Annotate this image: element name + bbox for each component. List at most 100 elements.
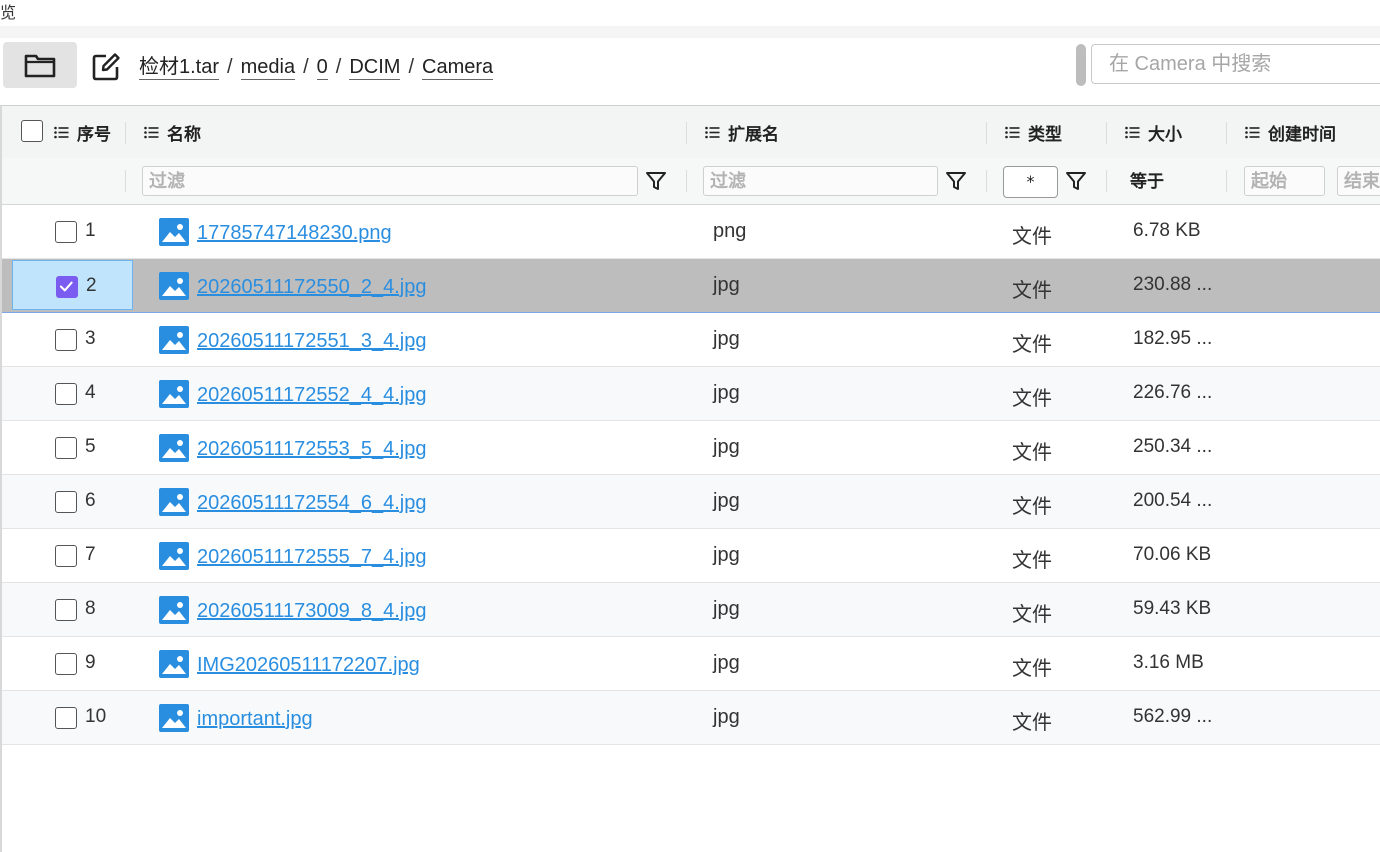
image-file-icon [159,704,189,732]
breadcrumb-separator: / [408,55,414,78]
table-row[interactable]: 1 17785747148230.png png 文件 6.78 KB [2,205,1380,259]
filter-icon[interactable] [944,169,968,193]
list-icon [144,126,159,139]
file-name-link[interactable]: 20260511172552_4_4.jpg [197,384,427,407]
window-title: 览 [0,3,17,22]
splitter-handle[interactable] [1076,44,1086,86]
column-divider[interactable] [1226,122,1227,144]
index-cell[interactable]: 1 [12,206,133,256]
index-cell[interactable]: 2 [12,260,133,310]
column-divider[interactable] [125,122,126,144]
file-name-link[interactable]: 20260511172555_7_4.jpg [197,546,427,569]
file-extension: jpg [713,544,740,566]
file-extension: jpg [713,652,740,674]
breadcrumb-item-dcim[interactable]: DCIM [349,55,401,80]
row-index: 10 [85,706,107,727]
row-checkbox[interactable] [55,599,77,621]
file-size: 59.43 KB [1133,598,1212,619]
file-type: 文件 [1012,550,1052,572]
column-divider [1226,170,1227,192]
file-size: 6.78 KB [1133,220,1201,241]
file-type: 文件 [1012,280,1052,302]
table-row[interactable]: 8 20260511173009_8_4.jpg jpg 文件 59.43 KB [2,583,1380,637]
image-file-icon [159,596,189,624]
row-checkbox[interactable] [55,383,77,405]
table-row[interactable]: 4 20260511172552_4_4.jpg jpg 文件 226.76 ... [2,367,1380,421]
created-end-input[interactable] [1337,166,1380,196]
folder-button[interactable] [3,42,77,88]
column-header-created[interactable]: 创建时间 [1245,106,1336,158]
column-header-size[interactable]: 大小 [1125,106,1182,158]
index-cell[interactable]: 9 [12,638,133,688]
filter-icon[interactable] [1064,169,1088,193]
row-checkbox[interactable] [55,329,77,351]
breadcrumb-separator: / [303,55,309,78]
type-filter-select[interactable]: * [1003,166,1058,198]
filter-icon[interactable] [644,169,668,193]
row-checkbox[interactable] [55,221,77,243]
checkmark-icon [59,281,73,292]
created-start-input[interactable] [1244,166,1325,196]
folder-icon [24,54,56,78]
file-extension: jpg [713,706,740,728]
column-header-type[interactable]: 类型 [1005,106,1062,158]
file-rows: 1 17785747148230.png png 文件 6.78 KB 2 20260511… [2,205,1380,745]
breadcrumb-item-media[interactable]: media [240,55,296,80]
name-filter-input[interactable] [142,166,638,196]
file-name-link[interactable]: 20260511172554_6_4.jpg [197,492,427,515]
image-file-icon [159,542,189,570]
file-name-link[interactable]: 20260511172551_3_4.jpg [197,330,427,353]
index-cell[interactable]: 3 [12,314,133,364]
file-name-link[interactable]: IMG20260511172207.jpg [197,654,420,677]
row-checkbox[interactable] [56,276,78,298]
breadcrumb-item-archive[interactable]: 检材1.tar [139,55,220,80]
table-row[interactable]: 2 20260511172550_2_4.jpg jpg 文件 230.88 ... [2,259,1380,313]
index-cell[interactable]: 10 [12,692,133,742]
table-row[interactable]: 7 20260511172555_7_4.jpg jpg 文件 70.06 KB [2,529,1380,583]
size-filter-operator[interactable]: 等于 [1130,166,1164,198]
file-extension: jpg [713,490,740,512]
file-name-link[interactable]: 20260511172550_2_4.jpg [197,276,427,299]
row-checkbox[interactable] [55,491,77,513]
row-checkbox[interactable] [55,545,77,567]
table-row[interactable]: 3 20260511172551_3_4.jpg jpg 文件 182.95 ... [2,313,1380,367]
column-header-ext[interactable]: 扩展名 [705,106,779,158]
row-checkbox[interactable] [55,653,77,675]
file-size: 562.99 ... [1133,706,1213,727]
image-file-icon [159,218,189,246]
title-strip [0,26,1380,38]
edit-path-button[interactable] [90,51,122,83]
file-name-link[interactable]: 17785747148230.png [197,222,392,245]
column-divider[interactable] [986,122,987,144]
grid-header: 序号 名称 扩展名 类型 大小 创建时间 [2,106,1380,159]
file-name-link[interactable]: 20260511173009_8_4.jpg [197,600,427,623]
index-cell[interactable]: 8 [12,584,133,634]
index-cell[interactable]: 7 [12,530,133,580]
ext-filter-input[interactable] [703,166,938,196]
breadcrumb-item-0[interactable]: 0 [316,55,328,80]
index-cell[interactable]: 5 [12,422,133,472]
table-row[interactable]: 9 IMG20260511172207.jpg jpg 文件 3.16 MB [2,637,1380,691]
column-divider[interactable] [686,122,687,144]
column-header-index[interactable]: 序号 [54,106,111,158]
column-divider [686,170,687,192]
row-checkbox[interactable] [55,437,77,459]
file-name-link[interactable]: 20260511172553_5_4.jpg [197,438,427,461]
index-cell[interactable]: 4 [12,368,133,418]
index-cell[interactable]: 6 [12,476,133,526]
column-label: 类型 [1028,124,1062,144]
file-extension: png [713,220,747,242]
breadcrumb-item-camera[interactable]: Camera [422,55,494,80]
select-all-checkbox[interactable] [21,120,43,142]
search-input[interactable] [1091,44,1380,84]
file-name-link[interactable]: important.jpg [197,708,313,731]
edit-icon [92,53,120,81]
row-index: 3 [85,328,96,349]
row-checkbox[interactable] [55,707,77,729]
table-row[interactable]: 10 important.jpg jpg 文件 562.99 ... [2,691,1380,745]
column-divider[interactable] [1106,122,1107,144]
table-row[interactable]: 6 20260511172554_6_4.jpg jpg 文件 200.54 ... [2,475,1380,529]
column-label: 扩展名 [728,124,779,144]
column-header-name[interactable]: 名称 [144,106,201,158]
table-row[interactable]: 5 20260511172553_5_4.jpg jpg 文件 250.34 ... [2,421,1380,475]
